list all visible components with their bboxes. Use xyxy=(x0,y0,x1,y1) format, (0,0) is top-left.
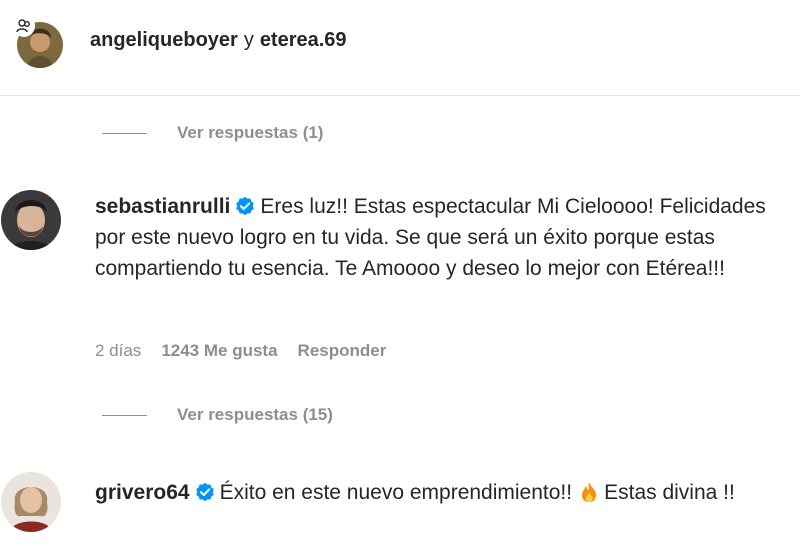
comment-text-block: grivero64 Éxito en este nuevo emprendimie… xyxy=(95,477,785,508)
view-replies-label: Ver respuestas (1) xyxy=(177,123,324,142)
replies-divider-line xyxy=(102,132,147,134)
comment-text-part-1: Éxito en este nuevo emprendimiento!! xyxy=(219,481,573,504)
comment-time[interactable]: 2 días xyxy=(95,341,141,361)
collab-users-icon xyxy=(13,15,35,37)
avatar[interactable] xyxy=(1,472,61,532)
comment-meta: 2 días 1243 Me gusta Responder xyxy=(95,341,386,361)
comment-likes[interactable]: 1243 Me gusta xyxy=(161,341,277,361)
post-header: angeliqueboyer y eterea.69 xyxy=(0,0,800,96)
header-separator: y xyxy=(243,29,254,51)
header-title: angeliqueboyer y eterea.69 xyxy=(90,26,347,54)
comment-text-block: sebastianrulli Eres luz!! Estas espectacu… xyxy=(95,191,785,284)
fire-emoji-icon xyxy=(582,482,597,502)
view-replies-label: Ver respuestas (15) xyxy=(177,405,333,424)
header-user-2[interactable]: eterea.69 xyxy=(260,29,347,51)
comment-username[interactable]: grivero64 xyxy=(95,481,190,504)
comment-text-part-2: Estas divina !! xyxy=(604,481,735,504)
header-user-1[interactable]: angeliqueboyer xyxy=(90,29,238,51)
view-replies-button[interactable]: Ver respuestas (1) xyxy=(102,121,323,145)
view-replies-button[interactable]: Ver respuestas (15) xyxy=(102,403,333,427)
avatar[interactable] xyxy=(1,190,61,250)
replies-divider-line xyxy=(102,414,147,416)
verified-badge-icon xyxy=(195,482,214,502)
verified-badge-icon xyxy=(236,196,255,216)
comment-username[interactable]: sebastianrulli xyxy=(95,195,230,218)
reply-button[interactable]: Responder xyxy=(298,341,387,361)
